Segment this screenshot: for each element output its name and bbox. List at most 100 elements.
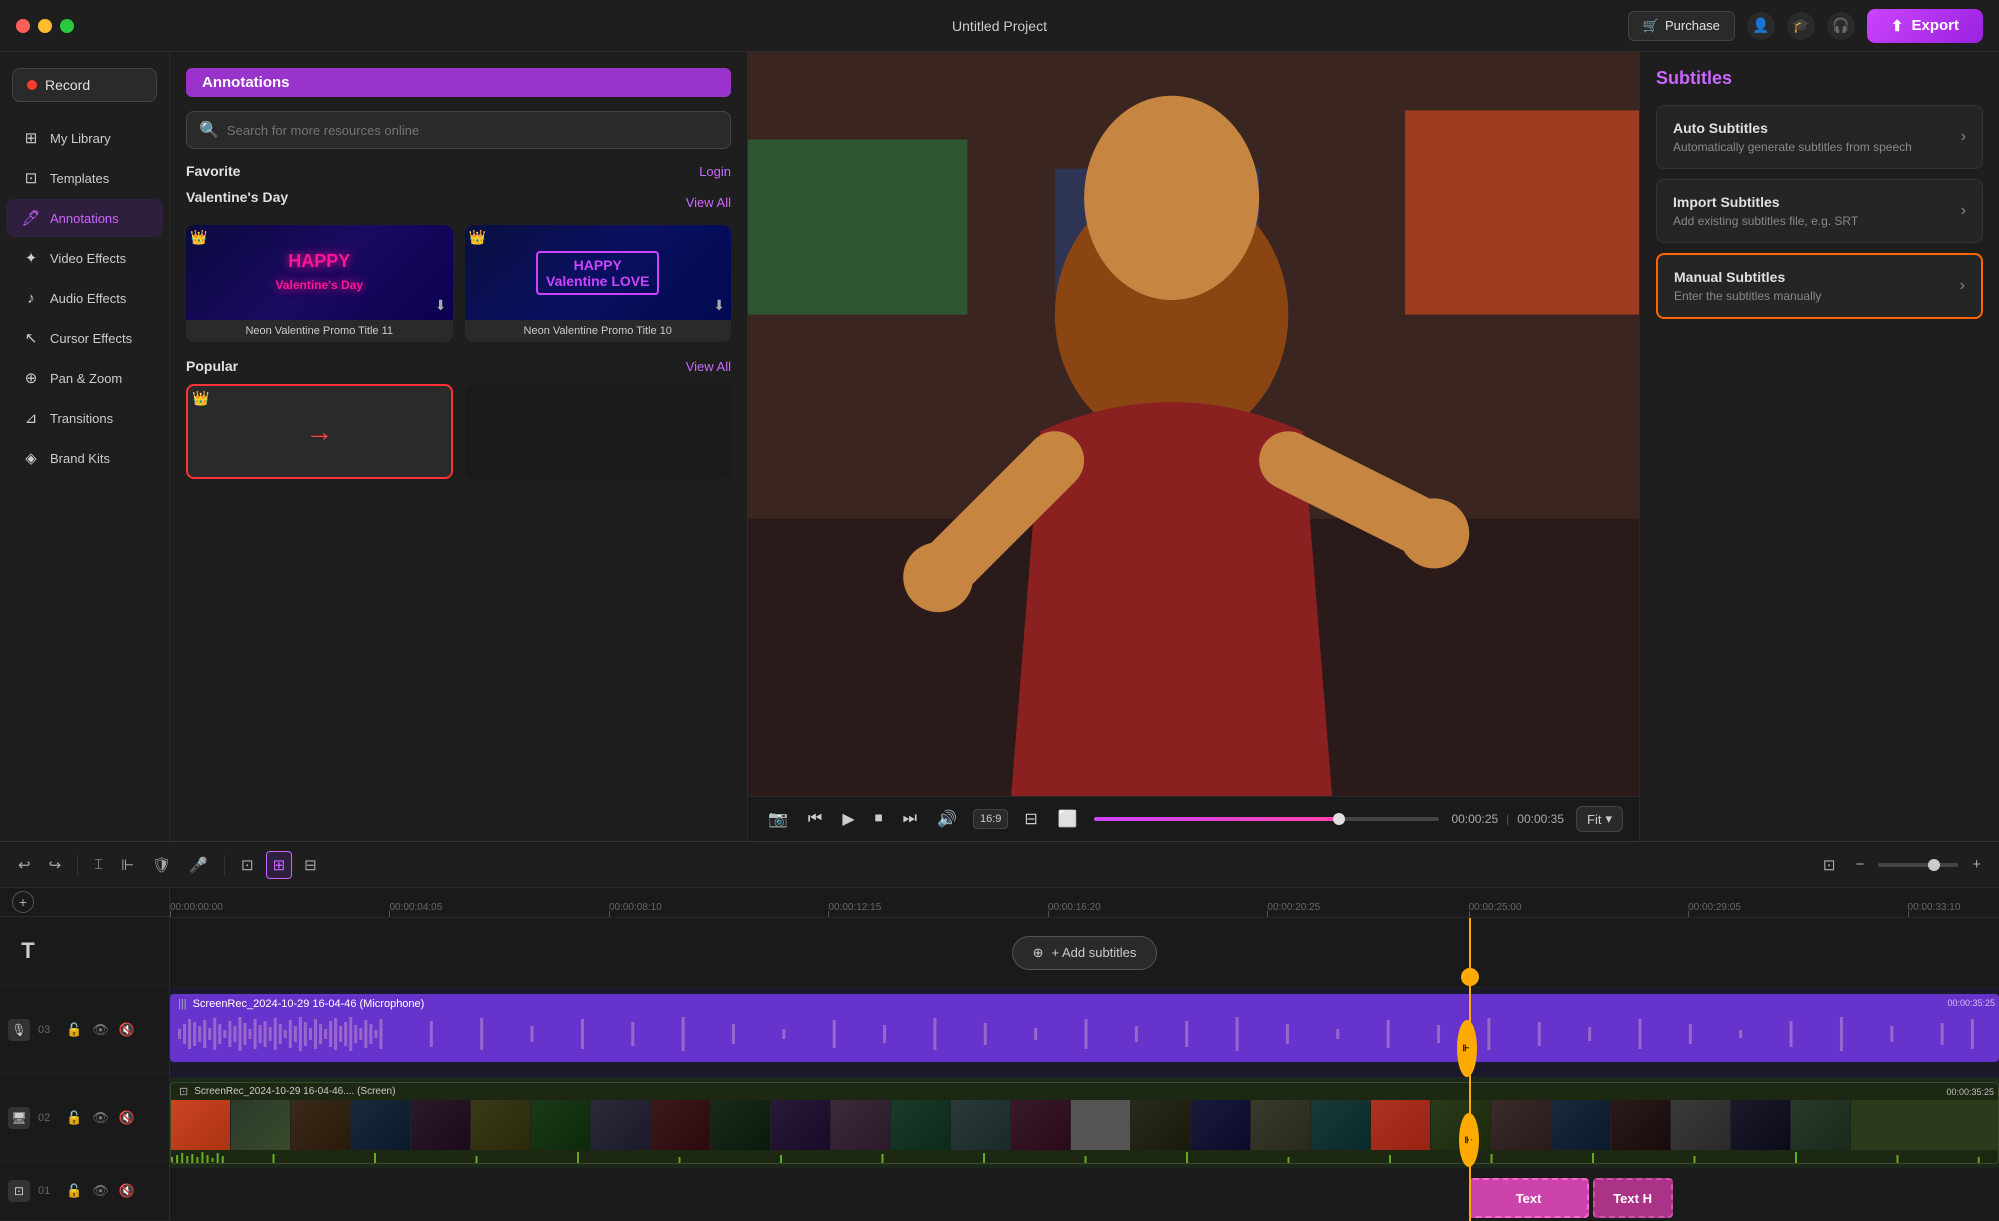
track-01-visible[interactable]: 👁 bbox=[90, 1181, 111, 1201]
skip-forward-button[interactable]: ⏭ bbox=[899, 806, 921, 832]
video-frame bbox=[748, 52, 1639, 796]
import-subtitles-chevron: › bbox=[1961, 202, 1966, 220]
export-button[interactable]: ⬆ Export bbox=[1867, 9, 1983, 43]
progress-bar[interactable] bbox=[1094, 817, 1440, 821]
login-button[interactable]: Login bbox=[699, 164, 731, 179]
manual-subtitles-option[interactable]: Manual Subtitles Enter the subtitles man… bbox=[1656, 253, 1983, 319]
thumb-22 bbox=[1491, 1100, 1551, 1150]
track-02-visible[interactable]: 👁 bbox=[90, 1108, 111, 1128]
ruler-mark-1: 00:00:04:05 bbox=[389, 902, 442, 913]
sidebar: Record ⊞ My Library ⊡ Templates 🖊 Annota… bbox=[0, 52, 170, 841]
valentine-card-1[interactable]: 👑 HAPPYValentine's Day ⬇ Neon Valentine … bbox=[186, 225, 453, 342]
sidebar-item-brand-kits[interactable]: ◈ Brand Kits bbox=[6, 439, 163, 477]
screenshot-button[interactable]: 📷 bbox=[764, 805, 792, 833]
record-button[interactable]: Record bbox=[12, 68, 157, 102]
popular-card-2[interactable] bbox=[465, 384, 732, 479]
track-label-01: ⊡ 01 🔓 👁 🔇 bbox=[0, 1162, 169, 1221]
track-03-visible[interactable]: 👁 bbox=[90, 1020, 111, 1040]
minimize-button[interactable] bbox=[38, 19, 52, 33]
track-01-lock[interactable]: 🔓 bbox=[64, 1181, 84, 1201]
close-button[interactable] bbox=[16, 19, 30, 33]
thumb-15 bbox=[1071, 1100, 1131, 1150]
skip-back-button[interactable]: ⏮ bbox=[804, 806, 826, 832]
thumb-1 bbox=[231, 1100, 291, 1150]
profile-button[interactable]: 👤 bbox=[1747, 12, 1775, 40]
valentines-view-all[interactable]: View All bbox=[686, 195, 731, 210]
import-subtitles-option[interactable]: Import Subtitles Add existing subtitles … bbox=[1656, 179, 1983, 243]
annotation-button[interactable]: ⊟ bbox=[298, 852, 323, 878]
track-label-03: 🎙 03 🔓 👁 🔇 bbox=[0, 986, 169, 1074]
timeline-toolbar: ↩ ↪ ⌶ ⊩ 🛡 🎤 ⊡ ⊞ ⊟ ⊡ − + bbox=[0, 842, 1999, 888]
purchase-button[interactable]: 🛒 Purchase bbox=[1628, 11, 1735, 41]
sidebar-item-my-library[interactable]: ⊞ My Library bbox=[6, 119, 163, 157]
zoom-in-button[interactable]: + bbox=[1966, 852, 1987, 877]
sidebar-item-annotations[interactable]: 🖊 Annotations bbox=[6, 199, 163, 237]
thumb-8 bbox=[651, 1100, 711, 1150]
toolbar-left: ↩ ↪ ⌶ ⊩ 🛡 🎤 ⊡ ⊞ ⊟ bbox=[12, 851, 323, 879]
manual-subtitles-text: Manual Subtitles Enter the subtitles man… bbox=[1674, 269, 1821, 303]
auto-subtitles-option[interactable]: Auto Subtitles Automatically generate su… bbox=[1656, 105, 1983, 169]
sidebar-item-audio-effects[interactable]: ♪ Audio Effects bbox=[6, 279, 163, 317]
zoom-slider[interactable] bbox=[1878, 863, 1958, 867]
track-03-mute[interactable]: 🔇 bbox=[117, 1020, 137, 1040]
cut-marker-audio: ⊩ bbox=[1457, 1020, 1477, 1077]
track-02-mute[interactable]: 🔇 bbox=[117, 1108, 137, 1128]
redo-button[interactable]: ↪ bbox=[43, 852, 68, 878]
chevron-down-icon: ▾ bbox=[1605, 811, 1612, 827]
trim-button[interactable]: ⊩ bbox=[115, 852, 140, 878]
audio-effects-icon: ♪ bbox=[22, 289, 40, 307]
thumb-10 bbox=[771, 1100, 831, 1150]
sidebar-item-templates[interactable]: ⊡ Templates bbox=[6, 159, 163, 197]
play-button[interactable]: ▶ bbox=[838, 805, 858, 833]
track-02-lock[interactable]: 🔓 bbox=[64, 1108, 84, 1128]
brand-kits-icon: ◈ bbox=[22, 449, 40, 467]
popular-view-all[interactable]: View All bbox=[686, 359, 731, 374]
search-bar[interactable]: 🔍 bbox=[186, 111, 731, 149]
video-clip[interactable]: ⊡ ScreenRec_2024-10-29 16-04-46.... (Scr… bbox=[170, 1082, 1999, 1164]
fit-timeline-button[interactable]: ⊡ bbox=[1817, 852, 1842, 878]
ruler-mark-6: 00:00:25:00 bbox=[1469, 902, 1522, 913]
thumb-9 bbox=[711, 1100, 771, 1150]
card-title-1: Neon Valentine Promo Title 11 bbox=[186, 320, 453, 342]
track-01-icon: ⊡ bbox=[8, 1180, 30, 1202]
subtitle-button[interactable]: ⊞ bbox=[266, 851, 293, 879]
shield-button[interactable]: 🛡 bbox=[146, 852, 177, 878]
popular-card-1[interactable]: 👑 → bbox=[186, 384, 453, 479]
track-01-mute[interactable]: 🔇 bbox=[117, 1181, 137, 1201]
text-clip-2[interactable]: Text H bbox=[1593, 1178, 1673, 1218]
mic-button[interactable]: 🎤 bbox=[183, 852, 214, 878]
add-subtitles-button[interactable]: ⊕ + Add subtitles bbox=[1012, 936, 1158, 970]
split-button[interactable]: ⌶ bbox=[88, 852, 109, 877]
support-button[interactable]: 🎧 bbox=[1827, 12, 1855, 40]
volume-button[interactable]: 🔊 bbox=[933, 805, 961, 833]
maximize-button[interactable] bbox=[60, 19, 74, 33]
stop-button[interactable]: ⏹ bbox=[871, 806, 887, 832]
learn-button[interactable]: 🎓 bbox=[1787, 12, 1815, 40]
fit-button[interactable]: Fit ▾ bbox=[1576, 806, 1623, 832]
undo-button[interactable]: ↩ bbox=[12, 852, 37, 878]
sidebar-item-video-effects[interactable]: ✦ Video Effects bbox=[6, 239, 163, 277]
popular-header: Popular View All bbox=[186, 358, 731, 374]
headphone-icon: 🎧 bbox=[1832, 17, 1849, 34]
captions-button[interactable]: ⊟ bbox=[1020, 805, 1041, 833]
playhead[interactable] bbox=[1469, 918, 1471, 1221]
annotations-icon: 🖊 bbox=[22, 209, 40, 227]
text-overlay-button[interactable]: ⊡ bbox=[235, 852, 260, 878]
add-track-button[interactable]: + bbox=[12, 891, 34, 913]
crown-icon-3: 👑 bbox=[192, 390, 209, 407]
audio-clip[interactable]: ||| ScreenRec_2024-10-29 16-04-46 (Micro… bbox=[170, 994, 1999, 1062]
sidebar-item-transitions[interactable]: ⊿ Transitions bbox=[6, 399, 163, 437]
search-input[interactable] bbox=[227, 123, 718, 138]
sidebar-item-pan-zoom[interactable]: ⊕ Pan & Zoom bbox=[6, 359, 163, 397]
zoom-out-button[interactable]: − bbox=[1849, 852, 1870, 877]
text-clip-1[interactable]: Text bbox=[1469, 1178, 1589, 1218]
transitions-icon: ⊿ bbox=[22, 409, 40, 427]
card-text-2: HAPPYValentine LOVE bbox=[536, 251, 659, 295]
arrow-icon-1: → bbox=[305, 416, 333, 448]
track-03-lock[interactable]: 🔓 bbox=[64, 1020, 84, 1040]
speed-button[interactable]: 16:9 bbox=[973, 809, 1008, 829]
fullscreen-button[interactable]: ⬜ bbox=[1054, 805, 1082, 833]
sidebar-item-cursor-effects[interactable]: ↖ Cursor Effects bbox=[6, 319, 163, 357]
valentine-card-2[interactable]: 👑 HAPPYValentine LOVE ⬇ Neon Valentine P… bbox=[465, 225, 732, 342]
subtitle-track: ⊕ + Add subtitles bbox=[170, 918, 1999, 988]
